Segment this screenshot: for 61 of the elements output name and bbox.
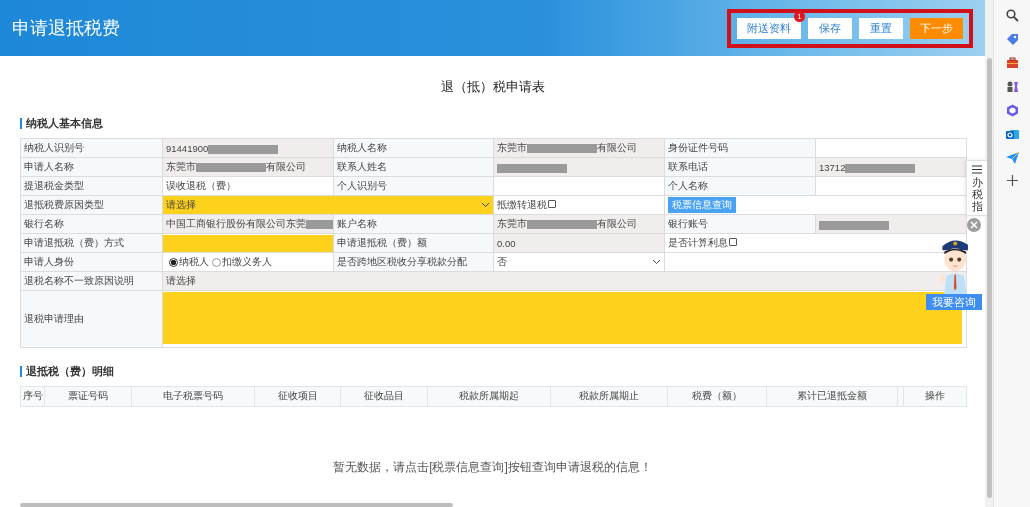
- menu-icon: [972, 165, 982, 174]
- mail-app-icon[interactable]: [1005, 128, 1019, 141]
- field-value: 有限公司: [597, 217, 637, 229]
- column-header: 征收品目: [340, 386, 428, 407]
- field-value: 91441900: [166, 142, 209, 154]
- checkbox[interactable]: [729, 237, 737, 246]
- section-heading: 退抵税（费）明细: [26, 364, 114, 380]
- section-heading: 纳税人基本信息: [26, 116, 103, 132]
- checkbox-label[interactable]: 是否计算利息: [668, 236, 728, 250]
- column-header: 票证号码: [44, 386, 132, 407]
- column-header: 累计已退抵金额: [766, 386, 898, 407]
- column-header: 税款所属期起: [427, 386, 551, 407]
- field-value: 中国工商银行股份有限公司东莞: [166, 217, 306, 229]
- radio-label[interactable]: 扣缴义务人: [222, 255, 272, 269]
- plus-icon[interactable]: [1006, 175, 1018, 186]
- field-value: 0.00: [497, 237, 516, 249]
- page-title: 申请退抵税费: [12, 17, 120, 41]
- chevron-down-icon: [652, 259, 661, 266]
- field-label: 退税申请理由: [20, 290, 163, 348]
- form-title: 退（抵）税申请表: [439, 78, 546, 97]
- field-value: 有限公司: [266, 160, 306, 172]
- field-value: 东莞市: [497, 141, 527, 153]
- paper-plane-icon[interactable]: [1005, 152, 1019, 164]
- field-label: 纳税人名称: [333, 138, 494, 158]
- column-header: 税费（额）: [667, 386, 767, 407]
- toolbox-icon[interactable]: [1005, 57, 1019, 69]
- field-value: 13712: [819, 161, 846, 173]
- column-header: 电子税票号码: [131, 386, 255, 407]
- checkbox[interactable]: [548, 199, 556, 208]
- close-button[interactable]: [967, 218, 981, 232]
- radio-button[interactable]: [169, 257, 178, 267]
- tag-icon[interactable]: [1005, 33, 1019, 46]
- guide-tab[interactable]: 办税指: [966, 160, 987, 216]
- field-label: 纳税人识别号: [20, 138, 163, 158]
- section-marker: [20, 118, 22, 130]
- field-value: 东莞市: [166, 160, 196, 172]
- search-icon[interactable]: [1005, 9, 1019, 22]
- chevron-down-icon: [481, 202, 490, 209]
- radio-button[interactable]: [212, 257, 221, 267]
- toolbar-button[interactable]: 保存: [808, 17, 852, 39]
- column-header: 操作: [903, 386, 967, 407]
- column-header: 征收项目: [254, 386, 341, 407]
- section-marker: [20, 366, 22, 378]
- scrollbar-thumb[interactable]: [986, 58, 992, 498]
- select-field[interactable]: 请选择: [163, 196, 493, 214]
- field-value: 东莞市: [497, 217, 527, 229]
- chess-pieces-icon[interactable]: [1005, 80, 1019, 93]
- field-value: 请选择: [166, 274, 196, 286]
- horizontal-scrollbar[interactable]: [20, 503, 453, 507]
- empty-message: 暂无数据，请点击[税票信息查询]按钮查询申请退税的信息！: [332, 459, 653, 477]
- toolbar-button[interactable]: 重置: [859, 17, 903, 39]
- count-badge: 1: [794, 10, 805, 22]
- field-label: 身份证件号码: [664, 138, 816, 158]
- column-header: 序号: [20, 386, 45, 407]
- close-icon: [970, 221, 978, 229]
- field-value: 有限公司: [597, 141, 637, 153]
- field-value: 误收退税（费）: [166, 179, 236, 191]
- column-header: 税款所属期止: [550, 386, 668, 407]
- input-field[interactable]: [163, 234, 333, 252]
- hexagon-logo-icon[interactable]: [1005, 104, 1019, 117]
- radio-label[interactable]: 纳税人: [179, 255, 209, 269]
